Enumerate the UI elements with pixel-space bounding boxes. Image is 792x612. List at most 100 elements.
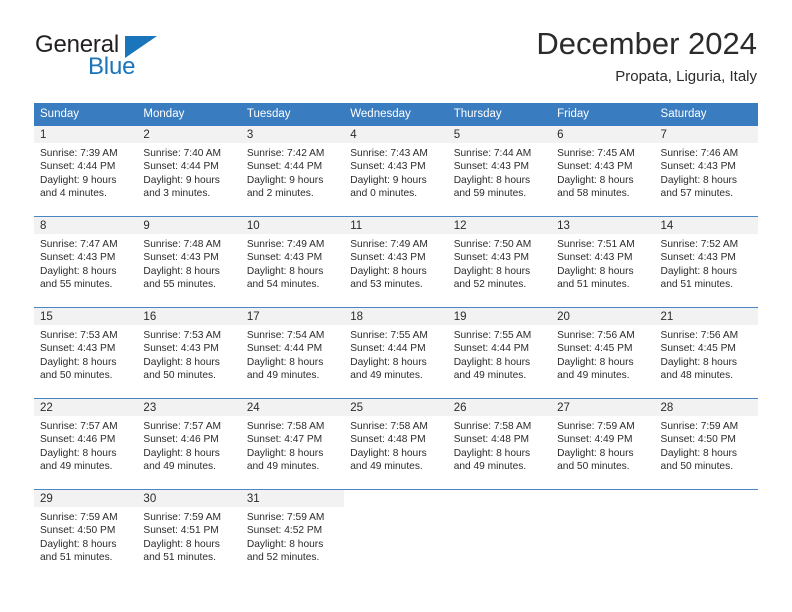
day-info: Sunrise: 7:55 AM Sunset: 4:44 PM Dayligh… [344, 325, 447, 389]
sunrise-text: Sunrise: 7:43 AM [350, 148, 428, 159]
sunrise-text: Sunrise: 7:49 AM [246, 239, 325, 250]
day-cell[interactable]: 7 Sunrise: 7:46 AM Sunset: 4:43 PM Dayli… [654, 126, 758, 216]
day-cell[interactable]: 20 Sunrise: 7:56 AM Sunset: 4:45 PM Dayl… [551, 308, 655, 398]
sunrise-text: Sunrise: 7:49 AM [350, 239, 428, 250]
day-number: 11 [344, 217, 448, 234]
day-cell[interactable]: 30 Sunrise: 7:59 AM Sunset: 4:51 PM Dayl… [137, 490, 241, 580]
sunrise-text: Sunrise: 7:55 AM [350, 330, 428, 341]
day-cell[interactable]: 9 Sunrise: 7:48 AM Sunset: 4:43 PM Dayli… [137, 217, 241, 307]
daylight-text-line1: Daylight: 8 hours [453, 447, 531, 459]
day-cell[interactable]: 18 Sunrise: 7:55 AM Sunset: 4:44 PM Dayl… [344, 308, 448, 398]
day-cell[interactable]: 4 Sunrise: 7:43 AM Sunset: 4:43 PM Dayli… [344, 126, 448, 216]
day-cell[interactable]: 11 Sunrise: 7:49 AM Sunset: 4:43 PM Dayl… [344, 217, 448, 307]
day-cell[interactable]: 2 Sunrise: 7:40 AM Sunset: 4:44 PM Dayli… [137, 126, 241, 216]
day-cell[interactable]: 6 Sunrise: 7:45 AM Sunset: 4:43 PM Dayli… [551, 126, 655, 216]
day-cell[interactable]: 22 Sunrise: 7:57 AM Sunset: 4:46 PM Dayl… [34, 399, 138, 489]
day-info: Sunrise: 7:39 AM Sunset: 4:44 PM Dayligh… [34, 143, 137, 207]
day-cell[interactable]: 19 Sunrise: 7:55 AM Sunset: 4:44 PM Dayl… [447, 308, 552, 398]
day-cell[interactable]: 31 Sunrise: 7:59 AM Sunset: 4:52 PM Dayl… [240, 490, 345, 580]
day-info: Sunrise: 7:59 AM Sunset: 4:50 PM Dayligh… [34, 507, 137, 571]
logo-text-blue: Blue [88, 53, 136, 80]
sunset-text: Sunset: 4:43 PM [143, 343, 219, 355]
day-cell[interactable]: 27 Sunrise: 7:59 AM Sunset: 4:49 PM Dayl… [551, 399, 655, 489]
day-cell[interactable]: 15 Sunrise: 7:53 AM Sunset: 4:43 PM Dayl… [34, 308, 138, 398]
daylight-text-line1: Daylight: 8 hours [350, 447, 427, 459]
day-number: 27 [551, 399, 655, 416]
daylight-text-line1: Daylight: 8 hours [557, 265, 634, 277]
day-cell[interactable]: 21 Sunrise: 7:56 AM Sunset: 4:45 PM Dayl… [654, 308, 758, 398]
sunset-text: Sunset: 4:44 PM [350, 343, 426, 355]
daylight-text-line2: and 2 minutes. [246, 188, 314, 200]
day-cell-empty [551, 490, 655, 580]
day-cell[interactable]: 3 Sunrise: 7:42 AM Sunset: 4:44 PM Dayli… [240, 126, 345, 216]
day-cell[interactable]: 23 Sunrise: 7:57 AM Sunset: 4:46 PM Dayl… [137, 399, 241, 489]
day-cell[interactable]: 26 Sunrise: 7:58 AM Sunset: 4:48 PM Dayl… [447, 399, 552, 489]
daylight-text-line1: Daylight: 8 hours [660, 265, 737, 277]
page-header: General Blue December 2024 Propata, Ligu… [0, 0, 792, 85]
daylight-text-line1: Daylight: 8 hours [40, 265, 117, 277]
sunset-text: Sunset: 4:50 PM [40, 525, 116, 537]
sunset-text: Sunset: 4:46 PM [143, 434, 219, 446]
day-cell[interactable]: 17 Sunrise: 7:54 AM Sunset: 4:44 PM Dayl… [240, 308, 345, 398]
day-cell[interactable]: 16 Sunrise: 7:53 AM Sunset: 4:43 PM Dayl… [137, 308, 241, 398]
sunset-text: Sunset: 4:43 PM [40, 252, 116, 264]
day-cell[interactable]: 1 Sunrise: 7:39 AM Sunset: 4:44 PM Dayli… [34, 126, 138, 216]
day-number: 4 [344, 126, 448, 143]
week-row: 22 Sunrise: 7:57 AM Sunset: 4:46 PM Dayl… [34, 398, 758, 489]
sunrise-text: Sunrise: 7:56 AM [557, 330, 635, 341]
day-info: Sunrise: 7:57 AM Sunset: 4:46 PM Dayligh… [34, 416, 137, 480]
daylight-text-line2: and 52 minutes. [453, 279, 527, 291]
sunrise-text: Sunrise: 7:39 AM [40, 148, 118, 159]
day-cell[interactable]: 8 Sunrise: 7:47 AM Sunset: 4:43 PM Dayli… [34, 217, 138, 307]
sunrise-text: Sunrise: 7:50 AM [453, 239, 532, 250]
day-cell[interactable]: 12 Sunrise: 7:50 AM Sunset: 4:43 PM Dayl… [447, 217, 552, 307]
weekday-header-tuesday: Tuesday [246, 108, 291, 120]
sunset-text: Sunset: 4:43 PM [453, 161, 530, 173]
day-number: 3 [240, 126, 345, 143]
day-cell[interactable]: 28 Sunrise: 7:59 AM Sunset: 4:50 PM Dayl… [654, 399, 758, 489]
day-number: 9 [137, 217, 241, 234]
daylight-text-line1: Daylight: 8 hours [350, 356, 427, 368]
day-cell[interactable]: 10 Sunrise: 7:49 AM Sunset: 4:43 PM Dayl… [240, 217, 345, 307]
daylight-text-line2: and 49 minutes. [453, 461, 527, 473]
daylight-text-line1: Daylight: 8 hours [246, 356, 324, 368]
day-cell[interactable]: 25 Sunrise: 7:58 AM Sunset: 4:48 PM Dayl… [344, 399, 448, 489]
general-blue-logo[interactable]: General Blue [35, 32, 215, 84]
day-info: Sunrise: 7:47 AM Sunset: 4:43 PM Dayligh… [34, 234, 137, 298]
day-info: Sunrise: 7:55 AM Sunset: 4:44 PM Dayligh… [448, 325, 551, 389]
daylight-text-line1: Daylight: 9 hours [40, 174, 117, 186]
daylight-text-line1: Daylight: 8 hours [660, 356, 737, 368]
daylight-text-line2: and 53 minutes. [350, 279, 423, 291]
day-number: 20 [551, 308, 655, 325]
day-info: Sunrise: 7:59 AM Sunset: 4:52 PM Dayligh… [241, 507, 344, 571]
sunset-text: Sunset: 4:44 PM [453, 343, 530, 355]
day-cell[interactable]: 29 Sunrise: 7:59 AM Sunset: 4:50 PM Dayl… [34, 490, 138, 580]
sunrise-text: Sunrise: 7:53 AM [143, 330, 222, 341]
day-info: Sunrise: 7:59 AM Sunset: 4:50 PM Dayligh… [655, 416, 758, 480]
daylight-text-line1: Daylight: 8 hours [660, 174, 737, 186]
daylight-text-line2: and 50 minutes. [660, 461, 734, 473]
sunset-text: Sunset: 4:44 PM [40, 161, 116, 173]
sunrise-text: Sunrise: 7:59 AM [557, 421, 635, 432]
day-number: 1 [34, 126, 138, 143]
day-number [551, 490, 655, 507]
day-info: Sunrise: 7:53 AM Sunset: 4:43 PM Dayligh… [34, 325, 137, 389]
daylight-text-line2: and 55 minutes. [143, 279, 216, 291]
day-info: Sunrise: 7:50 AM Sunset: 4:43 PM Dayligh… [448, 234, 551, 298]
day-info: Sunrise: 7:56 AM Sunset: 4:45 PM Dayligh… [551, 325, 654, 389]
sunset-text: Sunset: 4:50 PM [660, 434, 736, 446]
sunset-text: Sunset: 4:43 PM [143, 252, 219, 264]
day-cell[interactable]: 13 Sunrise: 7:51 AM Sunset: 4:43 PM Dayl… [551, 217, 655, 307]
day-number: 23 [137, 399, 241, 416]
day-number: 22 [34, 399, 138, 416]
daylight-text-line2: and 57 minutes. [660, 188, 734, 200]
day-cell[interactable]: 5 Sunrise: 7:44 AM Sunset: 4:43 PM Dayli… [447, 126, 552, 216]
day-info: Sunrise: 7:53 AM Sunset: 4:43 PM Dayligh… [137, 325, 240, 389]
day-cell-empty [344, 490, 448, 580]
day-cell[interactable]: 24 Sunrise: 7:58 AM Sunset: 4:47 PM Dayl… [240, 399, 345, 489]
day-info: Sunrise: 7:43 AM Sunset: 4:43 PM Dayligh… [344, 143, 447, 207]
sunset-text: Sunset: 4:45 PM [660, 343, 736, 355]
daylight-text-line1: Daylight: 8 hours [453, 174, 531, 186]
day-cell[interactable]: 14 Sunrise: 7:52 AM Sunset: 4:43 PM Dayl… [654, 217, 758, 307]
day-number: 15 [34, 308, 138, 325]
